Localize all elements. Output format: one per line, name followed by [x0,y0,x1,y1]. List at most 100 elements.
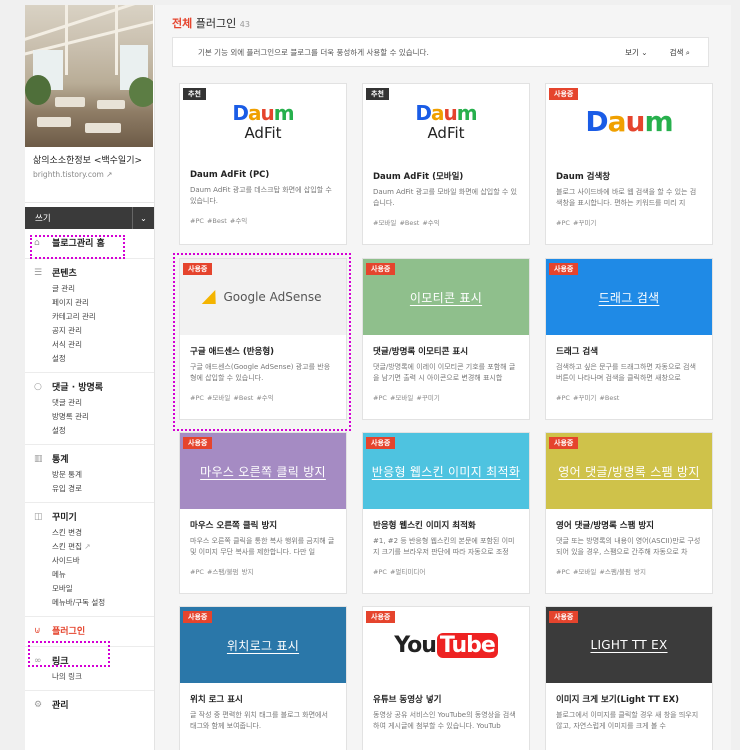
highlight-adsense-card [173,253,351,431]
plugin-thumbnail[interactable]: Daum 사용중 [546,84,712,160]
sidebar-group-content[interactable]: ☰ 콘텐츠 [25,263,154,282]
external-link-icon: ↗ [84,542,91,551]
plugin-description: 댓글/방명록에 이레이 이모티콘 기호를 포함해 글을 남기면 출력 시 아이콘… [373,363,516,382]
sidebar-item-categories[interactable]: 카테고리 관리 [25,310,154,324]
sidebar-group-stats[interactable]: ▥ 통계 [25,449,154,468]
plugin-description: 마우스 오른쪽 클릭을 통한 복사 행위를 금지해 글 및 이미지 무단 복사를… [190,537,335,556]
plugin-thumbnail[interactable]: 마우스 오른쪽 클릭 방지 사용중 [180,433,346,509]
sidebar-group-comments[interactable]: ○ 댓글 · 방명록 [25,377,154,396]
plugin-card-body: 영어 댓글/방명록 스팸 방지 댓글 또는 방명록의 내용이 영어(ASCII)만… [546,509,712,593]
info-bar: 기본 기능 외에 플러그인으로 블로그를 더욱 풍성하게 사용할 수 있습니다.… [172,37,709,67]
plugin-card[interactable]: 위치로그 표시 사용중 위치 로그 표시 글 작성 중 편력한 위치 태그를 블로그 … [179,606,347,750]
plugin-thumbnail-text: 이모티콘 표시 [409,290,483,305]
status-badge: 사용중 [183,437,213,449]
sidebar-item-mobile[interactable]: 모바일 [25,582,154,596]
status-badge: 사용중 [549,263,579,275]
plugin-card[interactable]: 반응형 웹스킨 이미지 최적화 사용중 반응형 웹스킨 이미지 최적화 #1, #2 … [362,432,530,594]
comment-icon: ○ [34,381,42,392]
sidebar-item-sidebar[interactable]: 사이드바 [25,554,154,568]
sidebar-item-plugin[interactable]: ⊍ 플러그인 [25,621,154,640]
plugin-card[interactable]: 이모티콘 표시 사용중댓글/방명록 이모티콘 표시댓글/방명록에 이레이 이모티콘… [362,258,530,420]
sidebar-item-content-settings[interactable]: 설정 [25,352,154,366]
sidebar-item-comment-settings[interactable]: 설정 [25,424,154,438]
plugin-thumbnail[interactable]: 위치로그 표시 사용중 [180,607,346,683]
sidebar-item-visits[interactable]: 방문 통계 [25,468,154,482]
sidebar-item-notices[interactable]: 공지 관리 [25,324,154,338]
sidebar-item-pages[interactable]: 페이지 관리 [25,296,154,310]
plugin-thumbnail-text: LIGHT TT EX [590,638,668,652]
plugin-thumbnail[interactable]: You Tube 사용중 [363,607,529,683]
plugin-title: 영어 댓글/방명록 스팸 방지 [556,521,655,531]
sidebar-item-manage[interactable]: ⚙ 관리 [25,695,154,714]
plugin-card-body: 이미지 크게 보기(Light TT EX) 블로그에서 이미지를 클릭할 경우 … [546,683,712,750]
adfit-logo: Daum AdFit [232,100,294,142]
external-link-icon: ↗ [106,170,113,179]
plugin-card-body: Daum AdFit (모바일) Daum AdFit 광고를 모바일 화면에 삽… [363,160,529,244]
plugin-description: 글 작성 중 편력한 위치 태그를 블로그 화면에서 태그와 함께 보여줍니다. [190,711,328,730]
plugin-card[interactable]: Daum AdFit 추천 Daum AdFit (PC) Daum AdFit 광고를… [179,83,347,245]
plugin-tags: #PC #꾸미기 #Best [556,394,620,402]
sidebar-item-posts[interactable]: 글 관리 [25,282,154,296]
sidebar-item-skin-change[interactable]: 스킨 변경 [25,526,154,540]
adfit-logo: Daum AdFit [415,100,477,142]
sidebar-item-referrers[interactable]: 유입 경로 [25,482,154,496]
blog-info: 삶의소소한정보 <백수일기> brighth.tistory.com ↗ [25,147,154,203]
write-dropdown-button[interactable]: ⌄ [132,207,154,229]
plugin-card[interactable]: Daum 사용중 Daum 검색창 블로그 사이드바에 바로 웹 검색을 할 수 있는… [545,83,713,245]
write-button[interactable]: 쓰기 [25,212,132,224]
plugin-thumbnail[interactable]: 이모티콘 표시 사용중 [363,259,529,335]
plugin-card-body: Daum AdFit (PC) Daum AdFit 광고를 데스크탑 화면에 삽… [180,160,346,244]
sidebar-item-menubar[interactable]: 메뉴바/구독 설정 [25,596,154,610]
plugin-card[interactable]: You Tube 사용중 유튜브 동영상 넣기 동영상 공유 서비스인 YouTube의… [362,606,530,750]
sidebar-item-templates[interactable]: 서식 관리 [25,338,154,352]
sidebar-item-comments[interactable]: 댓글 관리 [25,396,154,410]
daum-logo: Daum [232,100,294,125]
plugin-thumbnail[interactable]: Daum AdFit 추천 [363,84,529,160]
plugin-card-body: 마우스 오른쪽 클릭 방지 마우스 오른쪽 클릭을 통한 복사 행위를 금지해 글… [180,509,346,593]
plugin-title: Daum 검색창 [556,172,611,182]
plugin-thumbnail[interactable]: Daum AdFit 추천 [180,84,346,160]
plugin-card-body: 반응형 웹스킨 이미지 최적화 #1, #2 등 반응형 웹스킨의 본문에 포함된… [363,509,529,593]
search-button[interactable]: 검색 ⌕ [670,47,690,58]
plugin-thumbnail[interactable]: 영어 댓글/방명록 스팸 방지 사용중 [546,433,712,509]
plugin-card-body: 드래그 검색 검색하고 싶은 문구를 드래그하면 자동으로 검색 버튼이 나타나며… [546,335,712,419]
plugin-icon: ⊍ [34,625,41,636]
plugin-card[interactable]: LIGHT TT EX 사용중 이미지 크게 보기(Light TT EX) 블로그에… [545,606,713,750]
plugin-card[interactable]: 드래그 검색 사용중 드래그 검색 검색하고 싶은 문구를 드래그하면 자동으로 검색… [545,258,713,420]
plugin-tags: #PC #모바일 #꾸미기 [373,394,440,402]
sidebar-group-decorate[interactable]: ◫ 꾸미기 [25,507,154,526]
plugin-thumbnail[interactable]: 드래그 검색 사용중 [546,259,712,335]
stats-icon: ▥ [34,453,43,464]
status-badge: 사용중 [366,263,396,275]
sidebar-item-skin-edit[interactable]: 스킨 편집 ↗ [25,540,154,554]
plugin-tags: #PC #꾸미기 [556,219,597,227]
settings-icon: ⚙ [34,699,43,710]
plugin-thumbnail[interactable]: LIGHT TT EX 사용중 [546,607,712,683]
plugin-title: 반응형 웹스킨 이미지 최적화 [373,521,476,531]
blog-title[interactable]: 삶의소소한정보 <백수일기> [33,155,150,167]
plugin-tags: #PC #모바일 #스팸/불펌 방지 [556,568,647,576]
plugin-card[interactable]: 마우스 오른쪽 클릭 방지 사용중 마우스 오른쪽 클릭 방지 마우스 오른쪽 클릭을… [179,432,347,594]
plugin-card[interactable]: Daum AdFit 추천 Daum AdFit (모바일) Daum AdFit 광고… [362,83,530,245]
blog-url[interactable]: brighth.tistory.com ↗ [33,170,150,179]
status-badge: 사용중 [549,88,579,100]
plugin-card[interactable]: 영어 댓글/방명록 스팸 방지 사용중 영어 댓글/방명록 스팸 방지 댓글 또는 방… [545,432,713,594]
sidebar-item-my-links[interactable]: 나의 링크 [25,670,154,684]
blog-profile-image[interactable] [25,5,153,147]
view-dropdown[interactable]: 보기 ⌄ [625,47,648,58]
plugin-title: 댓글/방명록 이모티콘 표시 [373,347,469,357]
status-badge: 사용중 [549,437,579,449]
page-title: 전체 플러그인 43 [172,17,250,30]
plugin-description: #1, #2 등 반응형 웹스킨의 본문에 포함된 이미지 크기를 브라우저 판… [373,537,515,556]
info-text: 기본 기능 외에 플러그인으로 블로그를 더욱 풍성하게 사용할 수 있습니다. [198,47,429,57]
sidebar-item-guestbook[interactable]: 방명록 관리 [25,410,154,424]
status-badge: 추천 [183,88,206,100]
nav-group-stats: ▥ 통계 방문 통계 유입 경로 [25,445,154,503]
nav-group-comments: ○ 댓글 · 방명록 댓글 관리 방명록 관리 설정 [25,373,154,445]
daum-logo: Daum [415,100,477,125]
sidebar-item-menu[interactable]: 메뉴 [25,568,154,582]
adfit-wordmark: AdFit [244,123,282,142]
app-frame: 삶의소소한정보 <백수일기> brighth.tistory.com ↗ 쓰기 … [25,5,731,750]
plugin-thumbnail[interactable]: 반응형 웹스킨 이미지 최적화 사용중 [363,433,529,509]
status-badge: 사용중 [366,437,396,449]
